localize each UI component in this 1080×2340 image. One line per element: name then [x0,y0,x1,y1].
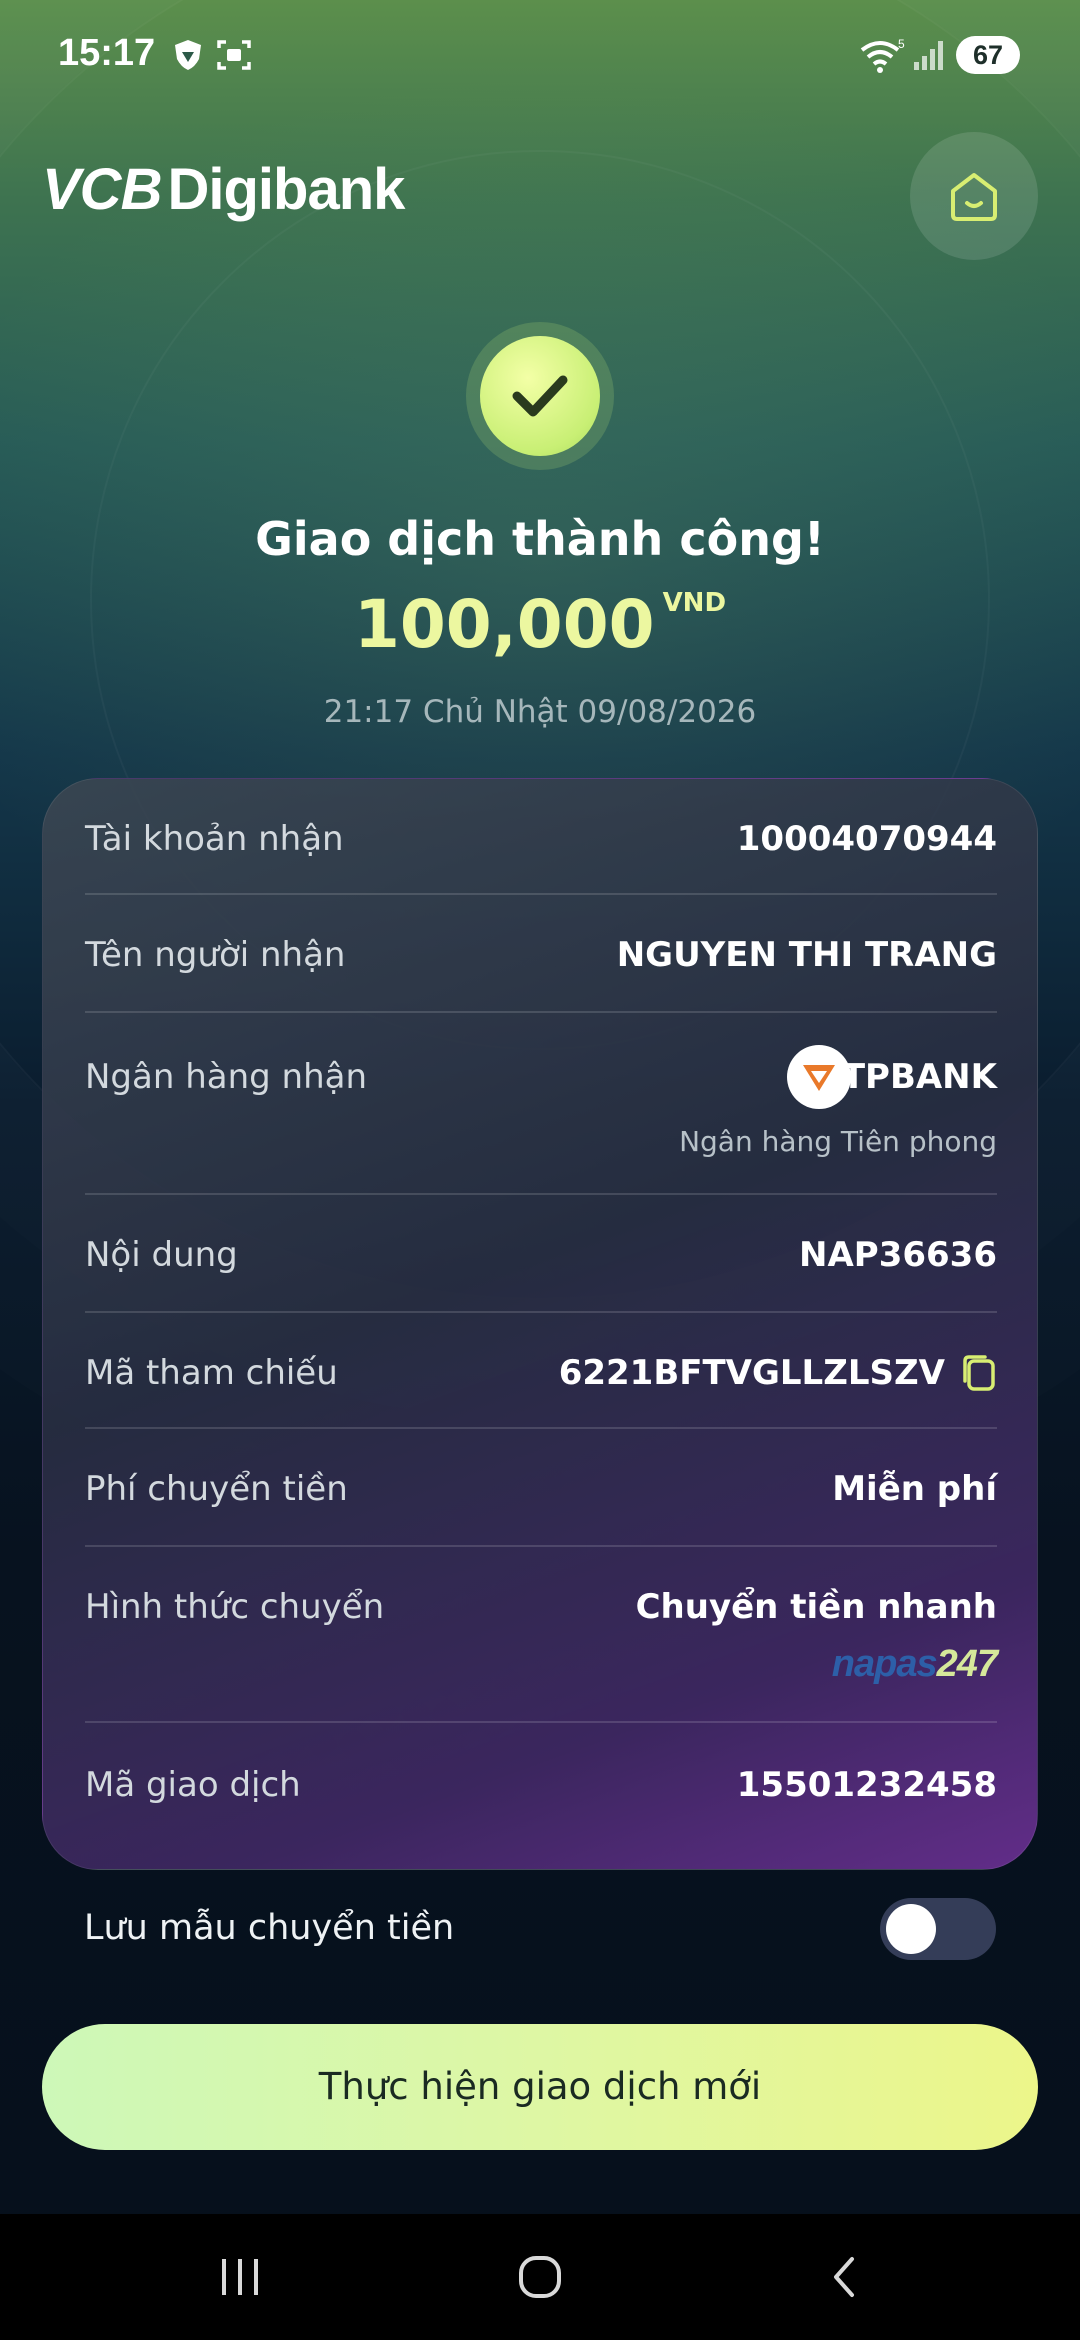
checkmark-icon [512,375,568,417]
detail-row-bank: Ngân hàng nhận TPBANK Ngân hàng Tiên pho… [85,1013,997,1195]
transaction-details-card: Tài khoản nhận 10004070944 Tên người nhậ… [42,778,1038,1870]
home-face-icon [951,173,997,221]
home-button[interactable] [910,132,1038,260]
napas247-logo: napas247 [831,1643,998,1686]
detail-row-transfer-type: Hình thức chuyển Chuyển tiền nhanh napas… [85,1547,998,1723]
detail-value: Miễn phí [832,1469,997,1509]
detail-label: Ngân hàng nhận [85,1057,368,1097]
transaction-datetime: 21:17 Chủ Nhật 09/08/2026 [323,694,757,730]
amount-value: 100,000 [353,586,655,663]
detail-value: 6221BFTVGLLZLSZV [558,1353,945,1393]
napas-text: napas [831,1643,938,1685]
transfer-amount: 100,000 VND [0,586,1080,663]
detail-label: Nội dung [85,1235,238,1275]
detail-row-recipient-name: Tên người nhận NGUYEN THI TRANG [85,895,997,1013]
signal-icon [914,41,943,70]
back-chevron-icon [834,2257,854,2297]
detail-label: Mã tham chiếu [85,1353,338,1393]
new-transaction-button[interactable]: Thực hiện giao dịch mới [42,2024,1038,2150]
battery-indicator: 67 [956,36,1020,74]
detail-label: Tên người nhận [85,935,346,975]
detail-value: 15501232458 [736,1765,997,1805]
detail-subvalue: Ngân hàng Tiên phong [679,1125,997,1158]
recent-apps-icon [222,2259,258,2295]
detail-label: Phí chuyển tiền [85,1469,348,1509]
detail-label: Tài khoản nhận [85,819,344,859]
success-circle [480,336,600,456]
success-title: Giao dịch thành công! [255,512,825,566]
detail-label: Hình thức chuyển [85,1587,385,1627]
detail-value: Chuyển tiền nhanh [635,1587,997,1627]
logo-prefix: VCB [42,157,162,222]
system-nav-bar [0,2214,1080,2340]
detail-value: 10004070944 [736,819,997,859]
status-time: 15:17 [58,32,156,74]
svg-text:5: 5 [898,38,905,51]
screen-record-icon [217,40,251,70]
app-logo: VCB Digibank [42,156,405,223]
napas-247-text: 247 [936,1643,998,1685]
toggle-knob [886,1904,936,1954]
home-circle-icon [519,2256,561,2298]
save-template-toggle[interactable] [880,1898,996,1960]
detail-row-content: Nội dung NAP36636 [85,1195,997,1313]
logo-suffix: Digibank [167,157,405,222]
status-bar: 15:17 5 67 [0,0,1080,112]
back-button[interactable] [744,2214,944,2340]
detail-row-reference: Mã tham chiếu 6221BFTVGLLZLSZV [85,1313,997,1429]
detail-row-account: Tài khoản nhận 10004070944 [85,779,997,895]
detail-label: Mã giao dịch [85,1765,301,1805]
app-screen: 15:17 5 67 VCB Digibank Giao dịch thành … [0,0,1080,2214]
home-nav-button[interactable] [440,2214,640,2340]
detail-row-fee: Phí chuyển tiền Miễn phí [85,1429,997,1547]
success-badge [466,322,614,470]
detail-value: NGUYEN THI TRANG [616,935,997,975]
wifi-icon: 5 [860,38,905,73]
recent-apps-button[interactable] [140,2214,340,2340]
save-template-label: Lưu mẫu chuyển tiền [84,1908,455,1948]
amount-currency: VND [662,588,727,618]
detail-row-transaction-id: Mã giao dịch 15501232458 [85,1723,997,1863]
shield-icon [175,40,201,70]
detail-value: TPBANK [841,1057,997,1097]
detail-value: NAP36636 [799,1235,997,1275]
copy-icon[interactable] [959,1353,997,1393]
